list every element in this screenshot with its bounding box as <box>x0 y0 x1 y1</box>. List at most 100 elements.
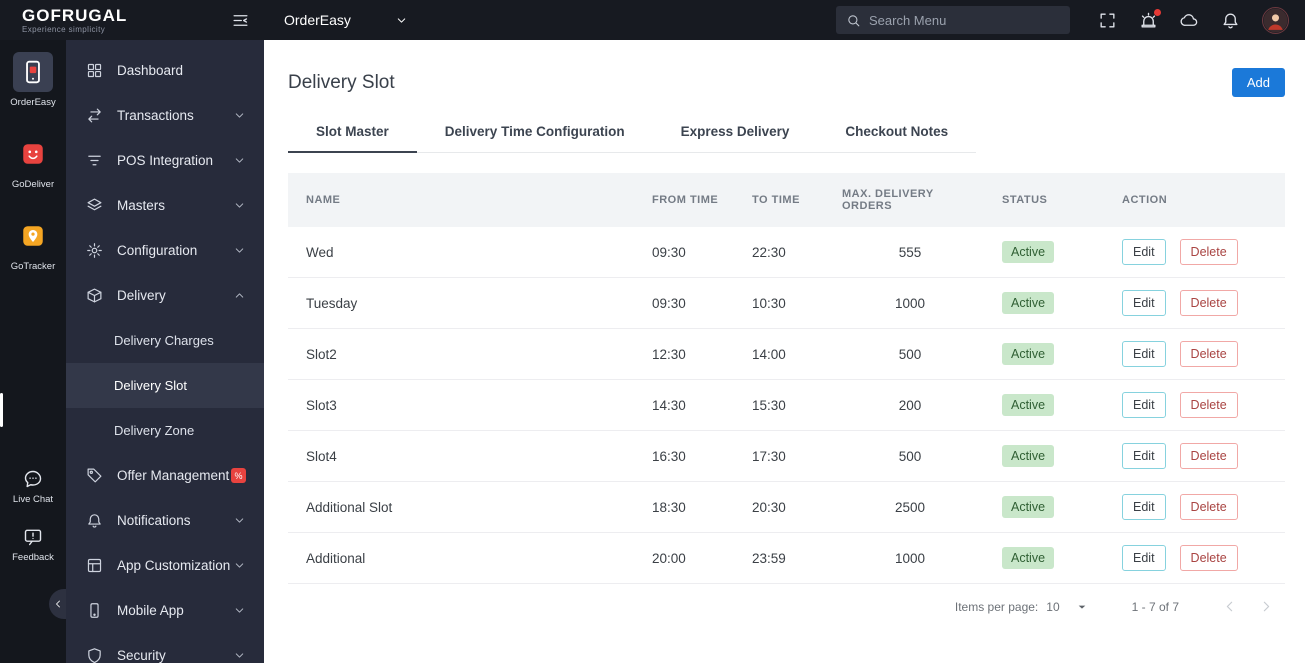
column-header-to-time: TO TIME <box>740 173 830 227</box>
search-input[interactable] <box>869 12 1060 28</box>
chevron-up-icon <box>233 289 246 302</box>
main-content: Delivery Slot Add Slot Master Delivery Ti… <box>264 40 1305 663</box>
cell-from-time: 18:30 <box>640 481 740 533</box>
chat-icon <box>23 469 43 489</box>
page-range: 1 - 7 of 7 <box>1131 599 1179 614</box>
rail-app-ordereasy[interactable]: OrderEasy <box>0 52 66 108</box>
cell-status: Active <box>990 481 1110 533</box>
edit-button[interactable]: Edit <box>1122 239 1166 265</box>
delete-button[interactable]: Delete <box>1179 239 1238 265</box>
rail-apps: OrderEasy GoDeliver GoTracker <box>0 52 66 272</box>
sidebar-item-configuration[interactable]: Configuration <box>66 228 264 273</box>
delete-button[interactable]: Delete <box>1179 341 1238 367</box>
items-per-page-value[interactable]: 10 <box>1046 600 1059 614</box>
cell-name: Additional Slot <box>288 481 640 533</box>
app-selector[interactable]: OrderEasy <box>284 12 408 28</box>
sidebar-item-pos-integration[interactable]: POS Integration <box>66 138 264 183</box>
sidebar-item-mobile-app[interactable]: Mobile App <box>66 588 264 633</box>
scroll-indicator <box>0 393 3 427</box>
edit-button[interactable]: Edit <box>1122 443 1166 469</box>
brand-logo: GOFRUGAL <box>22 5 128 25</box>
sidebar-subitem-delivery-charges[interactable]: Delivery Charges <box>66 318 264 363</box>
edit-button[interactable]: Edit <box>1122 494 1166 520</box>
tab-express-delivery[interactable]: Express Delivery <box>653 113 818 153</box>
sidebar-item-label: Delivery <box>117 288 166 303</box>
delivery-icon <box>86 287 103 304</box>
sidebar-item-notifications[interactable]: Notifications <box>66 498 264 543</box>
edit-button[interactable]: Edit <box>1122 290 1166 316</box>
delete-button[interactable]: Delete <box>1179 290 1238 316</box>
notifications-bell-icon[interactable] <box>1221 11 1240 30</box>
cell-status: Active <box>990 430 1110 482</box>
sidebar-subitem-delivery-slot[interactable]: Delivery Slot <box>66 363 264 408</box>
sidebar-subitem-delivery-zone[interactable]: Delivery Zone <box>66 408 264 453</box>
tab-slot-master[interactable]: Slot Master <box>288 113 417 153</box>
topbar: GOFRUGAL Experience simplicity OrderEasy <box>0 0 1305 40</box>
sidebar-item-delivery[interactable]: Delivery <box>66 273 264 318</box>
tab-delivery-time-configuration[interactable]: Delivery Time Configuration <box>417 113 653 153</box>
sidebar-item-dashboard[interactable]: Dashboard <box>66 48 264 93</box>
edit-button[interactable]: Edit <box>1122 392 1166 418</box>
configuration-icon <box>86 242 103 259</box>
edit-button[interactable]: Edit <box>1122 341 1166 367</box>
sidebar-item-masters[interactable]: Masters <box>66 183 264 228</box>
cell-from-time: 14:30 <box>640 379 740 431</box>
bell-icon <box>86 512 103 529</box>
search-box[interactable] <box>836 6 1070 34</box>
cell-to-time: 15:30 <box>740 379 830 431</box>
delete-button[interactable]: Delete <box>1179 545 1238 571</box>
sidebar-item-label: POS Integration <box>117 153 214 168</box>
tabs: Slot Master Delivery Time Configuration Ex… <box>288 113 977 153</box>
edit-button[interactable]: Edit <box>1122 545 1166 571</box>
items-per-page-caret-icon[interactable] <box>1074 599 1090 615</box>
collapse-sidebar-button[interactable] <box>49 589 66 619</box>
tab-checkout-notes[interactable]: Checkout Notes <box>817 113 976 153</box>
sidebar-item-app-customization[interactable]: App Customization <box>66 543 264 588</box>
prev-page-icon[interactable] <box>1221 598 1238 615</box>
cell-status: Active <box>990 532 1110 584</box>
cell-from-time: 16:30 <box>640 430 740 482</box>
rail-app-godeliver[interactable]: GoDeliver <box>0 134 66 190</box>
cell-status: Active <box>990 227 1110 278</box>
column-header-from-time: FROM TIME <box>640 173 740 227</box>
sidebar-item-label: Configuration <box>117 243 198 258</box>
fullscreen-icon[interactable] <box>1098 11 1117 30</box>
sidebar-item-transactions[interactable]: Transactions <box>66 93 264 138</box>
avatar[interactable] <box>1262 6 1289 34</box>
cloud-icon[interactable] <box>1180 11 1199 30</box>
cell-name: Wed <box>288 227 640 278</box>
cell-to-time: 20:30 <box>740 481 830 533</box>
cell-to-time: 22:30 <box>740 227 830 278</box>
delete-button[interactable]: Delete <box>1179 392 1238 418</box>
customization-icon <box>86 557 103 574</box>
cell-from-time: 09:30 <box>640 277 740 329</box>
delete-button[interactable]: Delete <box>1179 443 1238 469</box>
menu-toggle-icon[interactable] <box>231 11 250 30</box>
rail-utility-live-chat[interactable]: Live Chat <box>13 469 53 505</box>
cell-to-time: 17:30 <box>740 430 830 482</box>
next-page-icon[interactable] <box>1258 598 1275 615</box>
sidebar-item-security[interactable]: Security <box>66 633 264 663</box>
rail-utility-feedback[interactable]: Feedback <box>12 527 54 563</box>
ordereasy-app-icon <box>20 59 46 85</box>
sidebar-item-label: Mobile App <box>117 603 184 618</box>
gotracker-app-icon <box>20 223 46 249</box>
cell-max-orders: 1000 <box>830 277 990 329</box>
table-row: Tuesday 09:30 10:30 1000 Active Edit Delete <box>288 277 1285 329</box>
rail-app-gotracker[interactable]: GoTracker <box>0 216 66 272</box>
delete-button[interactable]: Delete <box>1179 494 1238 520</box>
table-row: Slot2 12:30 14:00 500 Active Edit Delete <box>288 328 1285 380</box>
alarm-icon[interactable] <box>1139 8 1161 30</box>
cell-name: Additional <box>288 532 640 584</box>
cell-max-orders: 200 <box>830 379 990 431</box>
table-header-row: NAME FROM TIME TO TIME MAX. DELIVERY ORDERS… <box>288 173 1285 227</box>
add-button[interactable]: Add <box>1231 68 1285 97</box>
cell-from-time: 09:30 <box>640 227 740 278</box>
search-icon <box>846 13 861 28</box>
chevron-down-icon <box>233 199 246 212</box>
offer-badge: % <box>231 468 246 483</box>
sidebar-item-label: Masters <box>117 198 166 213</box>
column-header-max-delivery-orders: MAX. DELIVERY ORDERS <box>830 173 990 227</box>
sidebar-item-offer-management[interactable]: Offer Management% <box>66 453 264 498</box>
cell-action: Edit Delete <box>1110 277 1285 329</box>
